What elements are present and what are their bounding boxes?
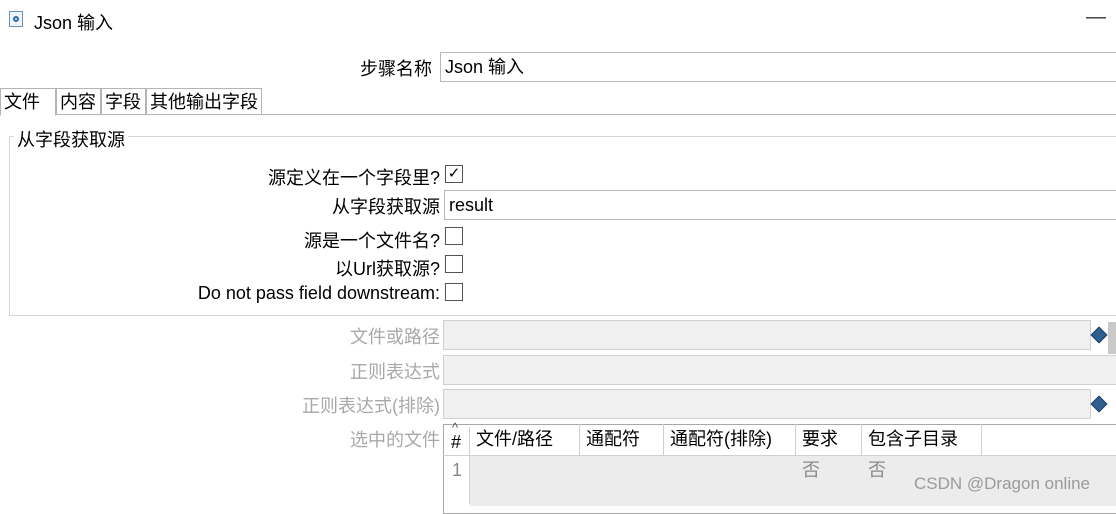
table-cell-wildcard[interactable] xyxy=(580,456,664,486)
column-header-include-subdirs[interactable]: 包含子目录 xyxy=(862,424,982,455)
regex-label: 正则表达式 xyxy=(350,362,440,382)
step-name-label: 步骤名称 xyxy=(360,59,432,79)
table-cell-required[interactable]: 否 xyxy=(796,456,862,486)
column-header-exclude-wildcard[interactable]: 通配符(排除) xyxy=(664,424,796,455)
field-source-select[interactable]: result xyxy=(444,190,1116,220)
do-not-pass-label: Do not pass field downstream: xyxy=(197,283,440,303)
field-source-label: 从字段获取源 xyxy=(332,197,440,217)
minimize-button[interactable]: — xyxy=(1086,6,1106,29)
tab-file[interactable]: 文件 xyxy=(0,88,56,116)
source-in-field-checkbox[interactable]: ✓ xyxy=(445,165,463,183)
read-from-url-checkbox[interactable] xyxy=(445,255,463,273)
step-name-input[interactable]: Json 输入 xyxy=(440,52,1116,82)
table-cell-path[interactable] xyxy=(470,456,580,486)
variable-diamond-icon[interactable] xyxy=(1090,326,1108,344)
column-header-path[interactable]: 文件/路径 xyxy=(470,424,580,455)
table-cell-num: 1 xyxy=(452,460,463,480)
regex-input[interactable] xyxy=(443,355,1116,385)
regex-exclude-label: 正则表达式(排除) xyxy=(302,396,440,416)
file-or-dir-input[interactable] xyxy=(443,320,1091,350)
column-header-num[interactable]: # xyxy=(443,427,470,458)
source-is-filename-checkbox[interactable] xyxy=(445,227,463,245)
regex-exclude-input[interactable] xyxy=(443,389,1091,419)
scrollbar[interactable] xyxy=(1108,322,1116,354)
json-input-icon xyxy=(9,11,23,27)
file-or-dir-label: 文件或路径 xyxy=(350,327,440,347)
source-group-title: 从字段获取源 xyxy=(14,126,128,152)
read-from-url-label: 以Url获取源? xyxy=(334,259,440,279)
tab-additional-output-fields[interactable]: 其他输出字段 xyxy=(146,88,262,114)
selected-files-label: 选中的文件 xyxy=(350,430,440,450)
checkmark-icon: ✓ xyxy=(447,165,461,182)
column-header-required[interactable]: 要求 xyxy=(796,424,862,455)
tab-fields[interactable]: 字段 xyxy=(101,88,146,114)
source-in-field-label: 源定义在一个字段里? xyxy=(267,168,440,188)
column-header-wildcard[interactable]: 通配符 xyxy=(580,424,664,455)
watermark: CSDN @Dragon online xyxy=(914,474,1091,493)
source-is-filename-label: 源是一个文件名? xyxy=(303,231,440,251)
table-cell-exclude[interactable] xyxy=(664,456,796,486)
do-not-pass-checkbox[interactable] xyxy=(445,283,463,301)
tab-content[interactable]: 内容 xyxy=(56,88,101,114)
window-title: Json 输入 xyxy=(34,13,114,33)
variable-diamond-icon[interactable] xyxy=(1090,395,1108,413)
